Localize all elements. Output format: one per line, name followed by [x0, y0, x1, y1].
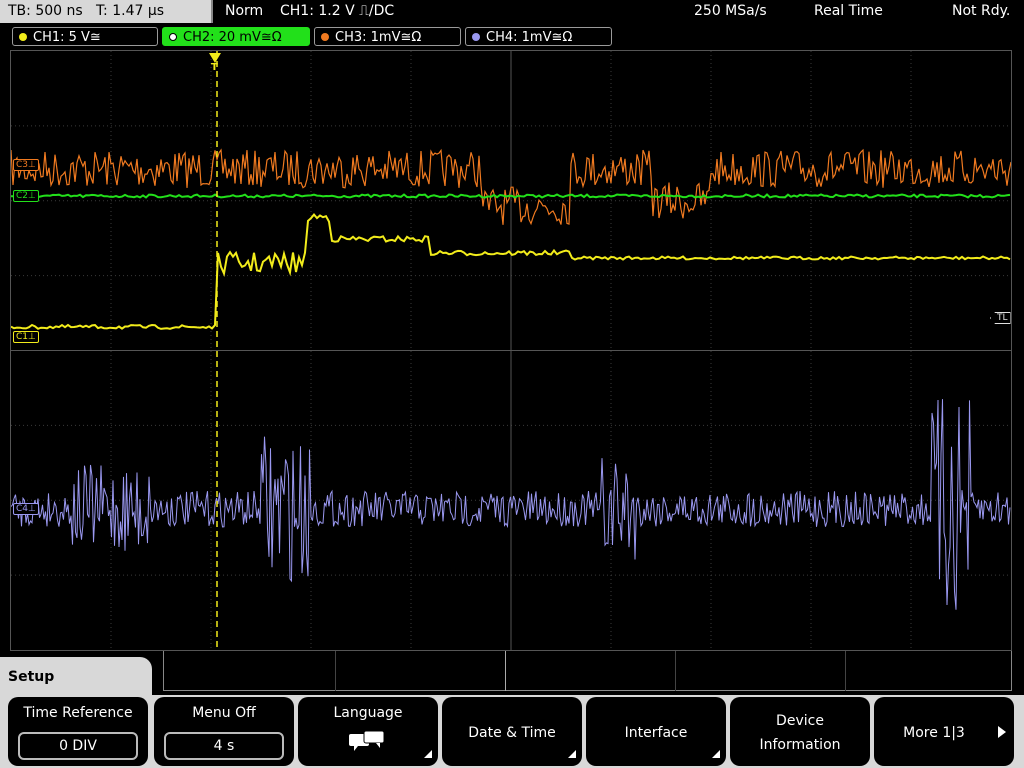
interface-label: Interface	[624, 725, 688, 741]
ch4-ground-marker[interactable]: C4⊥	[13, 503, 39, 515]
menu-title: Setup	[0, 657, 152, 697]
time-reference-label: Time Reference	[23, 705, 133, 721]
date-time-label: Date & Time	[468, 725, 556, 741]
device-information-button[interactable]: Device Information	[730, 697, 870, 766]
ch2-color-icon	[169, 33, 177, 41]
device-info-label-2: Information	[759, 737, 841, 753]
arrow-right-icon	[998, 726, 1006, 738]
timebase: TB: 500 ns	[8, 3, 83, 19]
ch4-color-icon	[472, 33, 480, 41]
tab-ch1[interactable]: CH1: 5 V≅	[12, 27, 158, 46]
language-button[interactable]: Language	[298, 697, 438, 766]
menu-off-button[interactable]: Menu Off 4 s	[154, 697, 294, 766]
softkey-bar: Time Reference 0 DIV Menu Off 4 s Langua…	[0, 695, 1024, 768]
acquisition-mode: Real Time	[814, 3, 883, 19]
menu-off-label: Menu Off	[192, 705, 256, 721]
trigger-marker: T	[211, 62, 218, 73]
trigger-mode[interactable]: Norm	[225, 0, 263, 23]
tab-ch4[interactable]: CH4: 1mV≅Ω	[465, 27, 612, 46]
waveform-display[interactable]	[10, 50, 1012, 651]
more-button[interactable]: More 1|3	[874, 697, 1014, 766]
menu-off-value: 4 s	[164, 732, 284, 760]
tab-ch2[interactable]: CH2: 20 mV≅Ω	[162, 27, 310, 46]
ch1-ground-marker[interactable]: C1⊥	[13, 331, 39, 343]
device-info-label-1: Device	[776, 713, 824, 729]
ch3-label: CH3: 1mV≅Ω	[335, 30, 422, 45]
waveform-canvas	[11, 51, 1011, 650]
time-reference-value: 0 DIV	[18, 732, 138, 760]
date-time-button[interactable]: Date & Time	[442, 697, 582, 766]
ch1-label: CH1: 5 V≅	[33, 30, 101, 45]
ch3-color-icon	[321, 33, 329, 41]
submenu-corner-icon	[568, 750, 576, 758]
timebase-box[interactable]: TB: 500 ns T: 1.47 µs	[0, 0, 213, 23]
time-reference-button[interactable]: Time Reference 0 DIV	[8, 697, 148, 766]
ch3-ground-marker[interactable]: C3⊥	[13, 159, 39, 171]
ch1-color-icon	[19, 33, 27, 41]
ch2-label: CH2: 20 mV≅Ω	[183, 30, 282, 45]
more-label: More 1|3	[903, 725, 965, 741]
speech-bubbles-icon	[349, 730, 385, 751]
ch2-ground-marker[interactable]: C2⊥	[13, 190, 39, 202]
overview-strip	[163, 651, 1012, 691]
tab-ch3[interactable]: CH3: 1mV≅Ω	[314, 27, 461, 46]
trigger-time: T: 1.47 µs	[96, 3, 165, 19]
language-label: Language	[333, 705, 403, 721]
ch4-label: CH4: 1mV≅Ω	[486, 30, 573, 45]
acquisition-state: Not Rdy.	[952, 3, 1011, 19]
status-bar: TB: 500 ns T: 1.47 µs Norm CH1: 1.2 V ⎍/…	[0, 0, 1024, 24]
interface-button[interactable]: Interface	[586, 697, 726, 766]
submenu-corner-icon	[712, 750, 720, 758]
sample-rate: 250 MSa/s	[694, 3, 767, 19]
submenu-corner-icon	[424, 750, 432, 758]
trigger-setting[interactable]: CH1: 1.2 V ⎍/DC	[280, 0, 394, 23]
channel-tabs: CH1: 5 V≅ CH2: 20 mV≅Ω CH3: 1mV≅Ω CH4: 1…	[0, 26, 1024, 48]
